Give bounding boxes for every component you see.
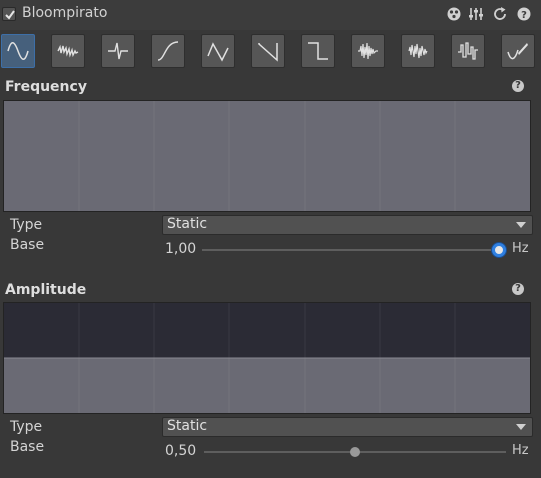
random-bars-button[interactable] [401,34,435,68]
noise-burst-button[interactable] [351,34,385,68]
effect-header: Bloompirato ? [0,0,541,30]
amplitude-type-dropdown[interactable]: Static [162,417,533,437]
random-bars-icon [408,43,428,59]
stepped-random-icon [458,42,478,60]
curve-fill [4,358,530,413]
reset-icon[interactable] [492,6,508,22]
triangle-wave-button[interactable] [201,34,235,68]
enable-checkbox[interactable] [2,7,16,21]
frequency-type-dropdown[interactable]: Static [162,215,533,235]
frequency-unit: Hz [512,241,529,256]
effect-title: Bloompirato [22,5,108,21]
amplitude-base-label: Base [10,439,45,455]
curve-fill [4,101,530,211]
chevron-down-icon [516,424,526,430]
custom-curve-icon [507,43,528,60]
frequency-curve [4,101,530,211]
frequency-type-value: Static [167,216,208,232]
sine-wave-icon [7,42,29,60]
sawtooth-wave-icon [258,43,278,62]
amplitude-help-icon[interactable]: ? [512,283,524,295]
amplitude-slider-handle[interactable] [350,447,360,457]
amplitude-type-value: Static [167,418,208,434]
square-wave-icon [308,42,328,60]
checkmark-icon [5,10,15,20]
amplitude-graph[interactable] [3,302,531,414]
help-icon[interactable]: ? [516,6,532,22]
svg-text:?: ? [521,10,527,21]
triangle-wave-icon [207,42,229,62]
sliders-icon[interactable] [468,6,484,22]
frequency-slider-track[interactable] [202,249,499,251]
frequency-slider-handle[interactable] [492,243,506,257]
ease-curve-icon [157,41,179,61]
pulse-wave-icon [108,42,128,60]
amplitude-unit: Hz [512,443,529,458]
frequency-help-icon[interactable]: ? [512,80,524,92]
pulse-wave-button[interactable] [101,34,135,68]
frequency-title: Frequency [5,79,87,95]
noise-wave-button[interactable] [51,34,85,68]
sawtooth-wave-button[interactable] [251,34,285,68]
sine-wave-button[interactable] [1,34,35,68]
frequency-base-value[interactable]: 1,00 [165,241,196,257]
amplitude-type-label: Type [10,419,43,435]
frequency-graph[interactable] [3,100,531,212]
waveform-toolbar [0,34,541,70]
noise-burst-icon [358,42,378,60]
noise-wave-icon [57,44,79,58]
square-wave-button[interactable] [301,34,335,68]
preset-icon[interactable] [446,6,462,22]
frequency-type-label: Type [10,217,43,233]
chevron-down-icon [516,222,526,228]
amplitude-curve [4,303,530,413]
custom-curve-button[interactable] [501,34,535,68]
ease-curve-button[interactable] [151,34,185,68]
stepped-random-button[interactable] [451,34,485,68]
amplitude-title: Amplitude [5,282,87,298]
frequency-base-label: Base [10,237,45,253]
amplitude-base-value[interactable]: 0,50 [165,443,196,459]
